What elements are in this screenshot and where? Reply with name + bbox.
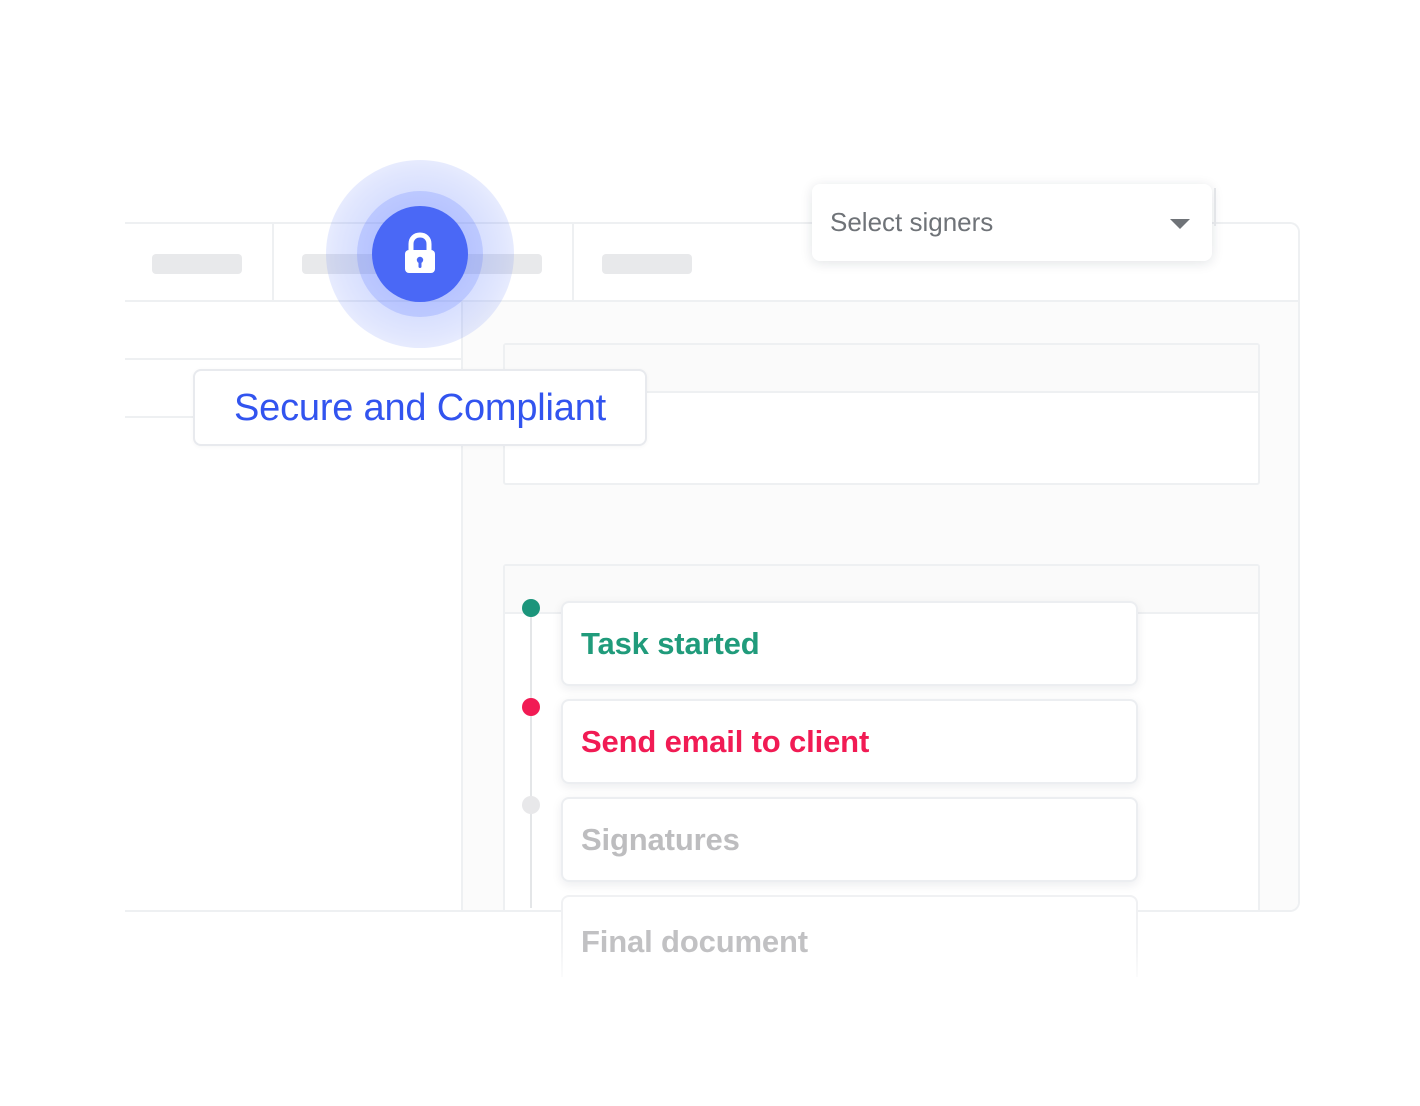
timeline-item-signatures[interactable]: Signatures xyxy=(561,797,1138,882)
compliance-label: Secure and Compliant xyxy=(234,386,606,429)
timeline-line xyxy=(530,611,532,908)
timeline-dot-signatures xyxy=(522,796,540,814)
timeline-label: Send email to client xyxy=(581,723,870,759)
tab-divider xyxy=(272,224,274,300)
timeline-label: Signatures xyxy=(581,821,740,857)
timeline-item-task-started[interactable]: Task started xyxy=(561,601,1138,686)
compliance-badge: Secure and Compliant xyxy=(193,369,647,446)
left-row-divider xyxy=(125,358,461,360)
tab-placeholder-3[interactable] xyxy=(602,254,692,274)
workflow-ui: Select signers Secure and Compliant Task… xyxy=(0,0,1420,1106)
signers-dropdown[interactable]: Select signers xyxy=(812,184,1216,261)
timeline-dot-task-started xyxy=(522,599,540,617)
timeline-item-send-email[interactable]: Send email to client xyxy=(561,699,1138,784)
tab-divider xyxy=(572,224,574,300)
signers-placeholder: Select signers xyxy=(830,207,994,237)
chevron-down-icon xyxy=(1170,218,1190,229)
timeline-dot-send-email xyxy=(522,698,540,716)
tab-placeholder-1[interactable] xyxy=(152,254,242,274)
timeline-label: Task started xyxy=(581,625,760,661)
timeline-label: Final document xyxy=(581,924,808,959)
timeline-final-wrap: Final document xyxy=(561,895,1138,977)
lock-icon xyxy=(402,232,438,276)
security-lock-button[interactable] xyxy=(372,206,468,302)
timeline-item-final-document[interactable]: Final document xyxy=(561,895,1138,977)
